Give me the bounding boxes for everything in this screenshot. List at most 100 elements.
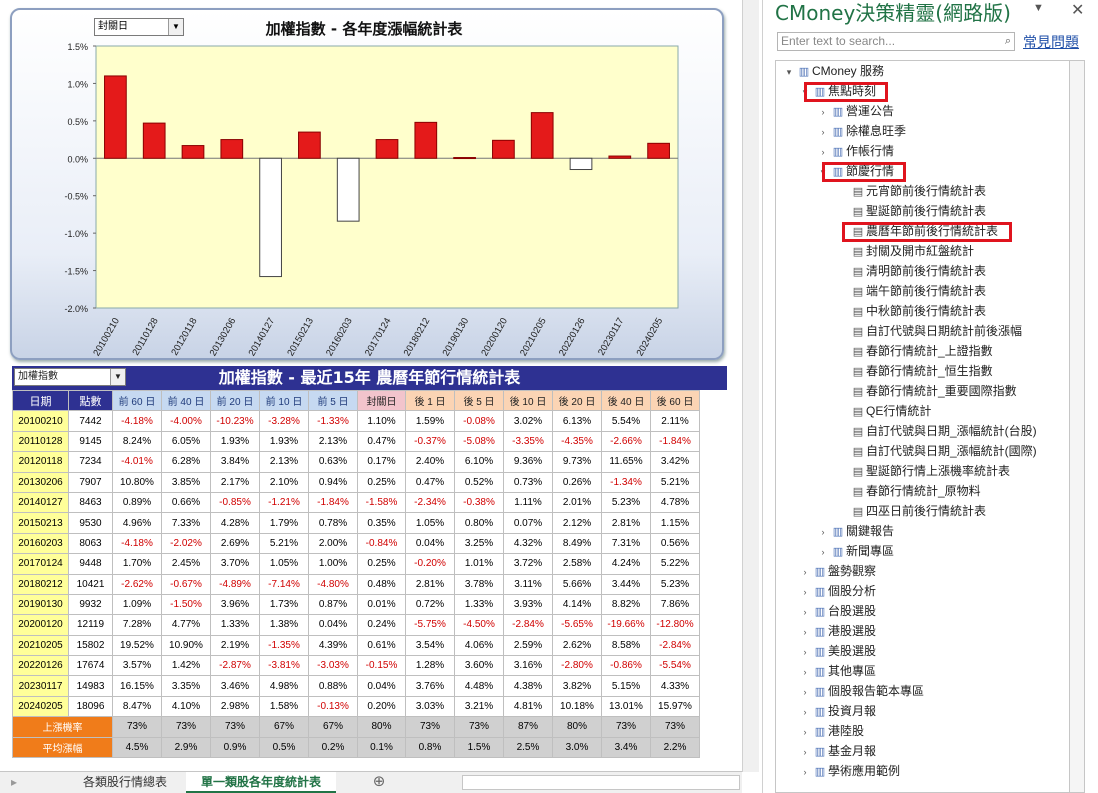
tree-item[interactable]: ▾ ▥ CMoney 服務 [782, 61, 884, 81]
tree-scrollbar[interactable] [1069, 60, 1085, 793]
chevron-right-icon[interactable]: › [798, 562, 812, 582]
percent-cell[interactable]: 1.38% [259, 614, 309, 636]
percent-cell[interactable]: 4.28% [210, 512, 260, 534]
percent-cell[interactable]: 8.58% [601, 634, 651, 657]
percent-cell[interactable]: 1.58% [259, 695, 309, 718]
tree-item[interactable]: ▤ 春節行情統計_恒生指數 [836, 361, 993, 381]
date-cell[interactable]: 20190130 [12, 593, 69, 616]
percent-cell[interactable]: 3.78% [454, 573, 504, 595]
chevron-right-icon[interactable]: › [798, 762, 812, 782]
percent-cell[interactable]: 0.94% [308, 471, 358, 493]
percent-cell[interactable]: 3.84% [210, 451, 260, 473]
date-cell[interactable]: 20140127 [12, 491, 69, 514]
percent-cell[interactable]: 0.52% [454, 471, 504, 493]
tree-item[interactable]: › ▥ 美股選股 [798, 641, 877, 661]
chevron-right-icon[interactable]: › [816, 542, 830, 562]
percent-cell[interactable]: 10.18% [552, 695, 602, 718]
percent-cell[interactable]: -4.80% [308, 573, 358, 595]
date-cell[interactable]: 20210205 [12, 634, 69, 657]
percent-cell[interactable]: 6.05% [161, 430, 211, 453]
points-cell[interactable]: 8063 [68, 532, 113, 555]
percent-cell[interactable]: 0.07% [503, 512, 553, 534]
tree-item[interactable]: › ▥ 新聞專區 [816, 541, 895, 562]
chevron-right-icon[interactable]: › [798, 582, 812, 602]
sheet-tab-overview[interactable]: 各類股行情總表 [66, 772, 184, 793]
percent-cell[interactable]: -5.08% [454, 430, 504, 453]
chevron-right-icon[interactable]: › [816, 122, 830, 142]
percent-cell[interactable]: 3.60% [454, 655, 504, 677]
summary-cell[interactable]: 87% [503, 716, 553, 738]
percent-cell[interactable]: 4.78% [650, 491, 700, 514]
percent-cell[interactable]: 0.72% [405, 593, 455, 616]
date-cell[interactable]: 20240205 [12, 695, 69, 718]
tree-item[interactable]: › ▥ 投資月報 [798, 701, 877, 721]
tree-item[interactable]: › ▥ 學術應用範例 [798, 761, 901, 782]
percent-cell[interactable]: 4.33% [650, 675, 700, 697]
percent-cell[interactable]: -0.84% [357, 532, 406, 555]
percent-cell[interactable]: -4.35% [552, 430, 602, 453]
dropdown-icon[interactable]: ▼ [1033, 2, 1044, 14]
percent-cell[interactable]: -1.35% [259, 634, 309, 657]
summary-cell[interactable]: 73% [210, 716, 260, 738]
chevron-right-icon[interactable]: › [798, 722, 812, 742]
percent-cell[interactable]: -3.28% [259, 410, 309, 432]
percent-cell[interactable]: 0.89% [112, 491, 162, 514]
summary-cell[interactable]: 80% [357, 716, 406, 738]
points-cell[interactable]: 9932 [68, 593, 113, 616]
tree-item[interactable]: ▤ 清明節前後行情統計表 [836, 261, 986, 281]
points-cell[interactable]: 9145 [68, 430, 113, 453]
tree-item[interactable]: › ▥ 除權息旺季 [816, 121, 907, 142]
sheet-horizontal-scrollbar[interactable] [462, 775, 740, 790]
percent-cell[interactable]: 3.85% [161, 471, 211, 493]
date-cell[interactable]: 20200120 [12, 614, 69, 636]
summary-cell[interactable]: 0.5% [259, 736, 309, 759]
percent-cell[interactable]: 5.66% [552, 573, 602, 595]
percent-cell[interactable]: 5.15% [601, 675, 651, 697]
percent-cell[interactable]: 15.97% [650, 695, 700, 718]
percent-cell[interactable]: 2.17% [210, 471, 260, 493]
percent-cell[interactable]: 4.14% [552, 593, 602, 616]
percent-cell[interactable]: 3.54% [405, 634, 455, 657]
tree-item[interactable]: ▤ QE行情統計 [836, 401, 932, 421]
tree-item[interactable]: ▤ 封關及開市紅盤統計 [836, 241, 974, 261]
percent-cell[interactable]: -1.84% [308, 491, 358, 514]
chevron-right-icon[interactable]: › [816, 102, 830, 122]
percent-cell[interactable]: -5.54% [650, 655, 700, 677]
points-cell[interactable]: 7234 [68, 451, 113, 473]
points-cell[interactable]: 8463 [68, 491, 113, 514]
date-cell[interactable]: 20150213 [12, 512, 69, 534]
percent-cell[interactable]: 6.13% [552, 410, 602, 432]
percent-cell[interactable]: 4.06% [454, 634, 504, 657]
percent-cell[interactable]: -19.66% [601, 614, 651, 636]
percent-cell[interactable]: 6.28% [161, 451, 211, 473]
points-cell[interactable]: 15802 [68, 634, 113, 657]
date-cell[interactable]: 20130206 [12, 471, 69, 493]
percent-cell[interactable]: 0.63% [308, 451, 358, 473]
summary-cell[interactable]: 2.2% [650, 736, 700, 759]
percent-cell[interactable]: 2.69% [210, 532, 260, 555]
percent-cell[interactable]: 4.81% [503, 695, 553, 718]
percent-cell[interactable]: 19.52% [112, 634, 162, 657]
percent-cell[interactable]: 0.17% [357, 451, 406, 473]
percent-cell[interactable]: 2.13% [308, 430, 358, 453]
summary-cell[interactable]: 2.5% [503, 736, 553, 759]
summary-cell[interactable]: 1.5% [454, 736, 504, 759]
percent-cell[interactable]: -5.75% [405, 614, 455, 636]
tree-item[interactable]: ▤ 春節行情統計_上證指數 [836, 341, 993, 361]
percent-cell[interactable]: 1.15% [650, 512, 700, 534]
percent-cell[interactable]: -4.50% [454, 614, 504, 636]
percent-cell[interactable]: -1.33% [308, 410, 358, 432]
tree-item[interactable]: › ▥ 台股選股 [798, 601, 877, 621]
percent-cell[interactable]: -0.38% [454, 491, 504, 514]
summary-cell[interactable]: 0.1% [357, 736, 406, 759]
percent-cell[interactable]: 5.21% [650, 471, 700, 493]
percent-cell[interactable]: 2.81% [601, 512, 651, 534]
percent-cell[interactable]: 3.44% [601, 573, 651, 595]
percent-cell[interactable]: 1.00% [308, 553, 358, 575]
date-cell[interactable]: 20220126 [12, 655, 69, 677]
search-input[interactable]: Enter text to search... ⌕ [777, 32, 1015, 51]
tree-item[interactable]: › ▥ 作帳行情 [816, 141, 895, 161]
percent-cell[interactable]: 3.57% [112, 655, 162, 677]
percent-cell[interactable]: -2.66% [601, 430, 651, 453]
points-cell[interactable]: 7442 [68, 410, 113, 432]
